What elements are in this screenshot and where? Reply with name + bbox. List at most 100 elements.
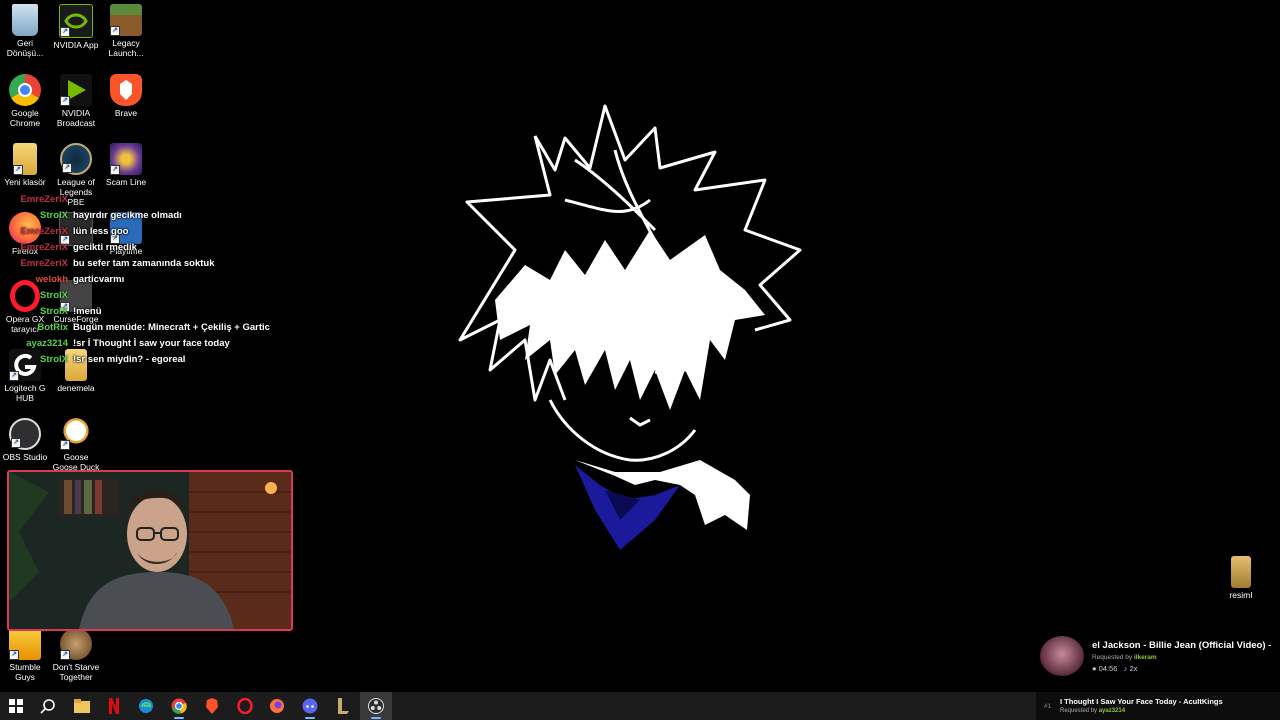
now-playing-widget: el Jackson - Billie Jean (Official Video… (1040, 636, 1280, 680)
requester-name: ayaz3214 (1098, 708, 1126, 714)
grass-block-glyph: ↗ (110, 4, 142, 36)
desktop-icon-label: Brave (114, 108, 138, 118)
stumble-guys-glyph: ↗ (9, 628, 41, 660)
chat-username: EmreZeriX (20, 194, 68, 205)
desktop: Geri Dönüşü... ↗ NVIDIA App ↗ Legacy Lau… (0, 0, 1280, 692)
desktop-icon-label: OBS Studio (2, 452, 48, 462)
chat-username: StroIX (40, 306, 68, 317)
chat-text: !sr sen miydin? - egoreal (73, 354, 186, 365)
chat-message: StroIX !menü (0, 306, 300, 322)
chat-message: ayaz3214 !sr İ Thought İ saw your face t… (0, 338, 300, 354)
taskbar-chrome[interactable] (163, 692, 195, 720)
queue-title: I Thought I Saw Your Face Today - AcuItK… (1060, 697, 1223, 706)
taskbar-netflix[interactable] (98, 692, 130, 720)
chat-text: bu sefer tam zamanında soktuk (73, 258, 215, 269)
resim-folder-icon[interactable]: resimI (1216, 556, 1266, 600)
now-playing-plays: 2x (1129, 664, 1138, 673)
chrome-icon (171, 698, 187, 714)
edge-icon (139, 699, 153, 713)
brave-lion-glyph (110, 74, 142, 106)
chat-text: garticvarmı (73, 274, 125, 285)
desktop-icon-label: Stumble Guys (9, 662, 41, 682)
search-icon (40, 699, 55, 714)
legacy-launcher-icon[interactable]: ↗ Legacy Launch... (101, 4, 151, 58)
taskbar-firefox[interactable] (261, 692, 293, 720)
obs-glyph: ↗ (9, 418, 41, 450)
webcam-overlay (7, 470, 293, 631)
chat-username: EmreZeriX (20, 242, 68, 253)
dont-starve-glyph: ↗ (60, 628, 92, 660)
brave-icon[interactable]: Brave (101, 74, 151, 118)
recycle-bin-icon[interactable]: Geri Dönüşü... (0, 4, 50, 58)
desktop-icon-label: denemela (57, 383, 95, 393)
league-glyph: ↗ (60, 143, 92, 175)
folder-icon (74, 699, 90, 713)
scam-line-glyph: ↗ (110, 143, 142, 175)
obs-icon (368, 698, 384, 714)
desktop-icon-label: Google Chrome (9, 108, 41, 128)
desktop-icon-label: NVIDIA App (53, 40, 99, 50)
desktop-icon-label: Logitech G HUB (4, 383, 46, 403)
netflix-icon (109, 698, 119, 714)
desktop-icon-label: Yeni klasör (4, 177, 46, 187)
chat-text: gecikti rmedik (73, 242, 137, 253)
taskbar-discord[interactable] (294, 692, 326, 720)
chat-message: EmreZeriX lün less goo (0, 226, 300, 242)
queue-requester: Requested by ayaz3214 (1060, 708, 1125, 714)
resim-folder-glyph (1231, 556, 1251, 588)
chat-username: StroIX (40, 354, 68, 365)
firefox-icon (270, 699, 284, 713)
nvidia-app-icon[interactable]: ↗ NVIDIA App (51, 4, 101, 50)
desktop-icon-label: NVIDIA Broadcast (56, 108, 96, 128)
nvidia-broadcast-glyph: ↗ (60, 74, 92, 106)
chat-username: StroIX (40, 210, 68, 221)
taskbar-obs[interactable] (360, 692, 392, 720)
dont-starve-icon[interactable]: ↗ Don't Starve Together (51, 628, 101, 682)
desktop-icon-label: Goose Goose Duck (52, 452, 100, 472)
stumble-guys-icon[interactable]: ↗ Stumble Guys (0, 628, 50, 682)
clock-icon: ● (1092, 664, 1097, 673)
start-button[interactable] (0, 692, 32, 720)
obs-icon[interactable]: ↗ OBS Studio (0, 418, 50, 462)
taskbar: #1 I Thought I Saw Your Face Today - Acu… (0, 692, 1280, 720)
chrome-glyph (9, 74, 41, 106)
scam-line-icon[interactable]: ↗ Scam Line (101, 143, 151, 187)
chat-message: StroIX !sr sen miydin? - egoreal (0, 354, 300, 370)
nvidia-glyph: ↗ (59, 4, 93, 38)
music-note-icon: ♪ (1123, 664, 1128, 673)
chat-username: EmreZeriX (20, 226, 68, 237)
now-playing-requester: Requested by ilkeram (1092, 654, 1157, 661)
requested-by-label: Requested by (1060, 708, 1098, 714)
nvidia-broadcast-icon[interactable]: ↗ NVIDIA Broadcast (51, 74, 101, 128)
chrome-icon[interactable]: Google Chrome (0, 74, 50, 128)
chat-message: StroIX (0, 290, 300, 306)
now-playing-meta: ● 04:56 ♪ 2x (1092, 664, 1137, 673)
taskbar-league[interactable] (327, 692, 359, 720)
search-button[interactable] (32, 692, 64, 720)
desktop-icon-label: resimI (1229, 590, 1253, 600)
chat-text: hayırdır gecikme olmadı (73, 210, 182, 221)
chat-username: StroIX (40, 290, 68, 301)
desktop-icon-label: Geri Dönüşü... (6, 38, 44, 58)
chat-username: ayaz3214 (26, 338, 68, 349)
taskbar-brave[interactable] (196, 692, 228, 720)
chat-message: welokh garticvarmı (0, 274, 300, 290)
chat-message: EmreZeriX (0, 194, 300, 210)
folder-icon[interactable]: ↗ Yeni klasör (0, 143, 50, 187)
now-playing-time: 04:56 (1098, 664, 1118, 673)
requester-name: ilkeram (1133, 654, 1157, 661)
goose-icon[interactable]: ↗ Goose Goose Duck (51, 418, 101, 472)
desktop-icon-label: Legacy Launch... (108, 38, 144, 58)
brave-icon (206, 698, 218, 714)
goose-glyph: ↗ (60, 418, 92, 450)
queue-index: #1 (1044, 703, 1052, 710)
windows-icon (9, 699, 23, 713)
desktop-icon-label: Scam Line (105, 177, 147, 187)
taskbar-file-explorer[interactable] (66, 692, 98, 720)
folder-glyph: ↗ (13, 143, 37, 175)
taskbar-edge[interactable] (130, 692, 162, 720)
taskbar-opera[interactable] (229, 692, 261, 720)
chat-message: EmreZeriX gecikti rmedik (0, 242, 300, 258)
desktop-icon-label: Don't Starve Together (52, 662, 100, 682)
recycle-bin-glyph (12, 4, 38, 36)
